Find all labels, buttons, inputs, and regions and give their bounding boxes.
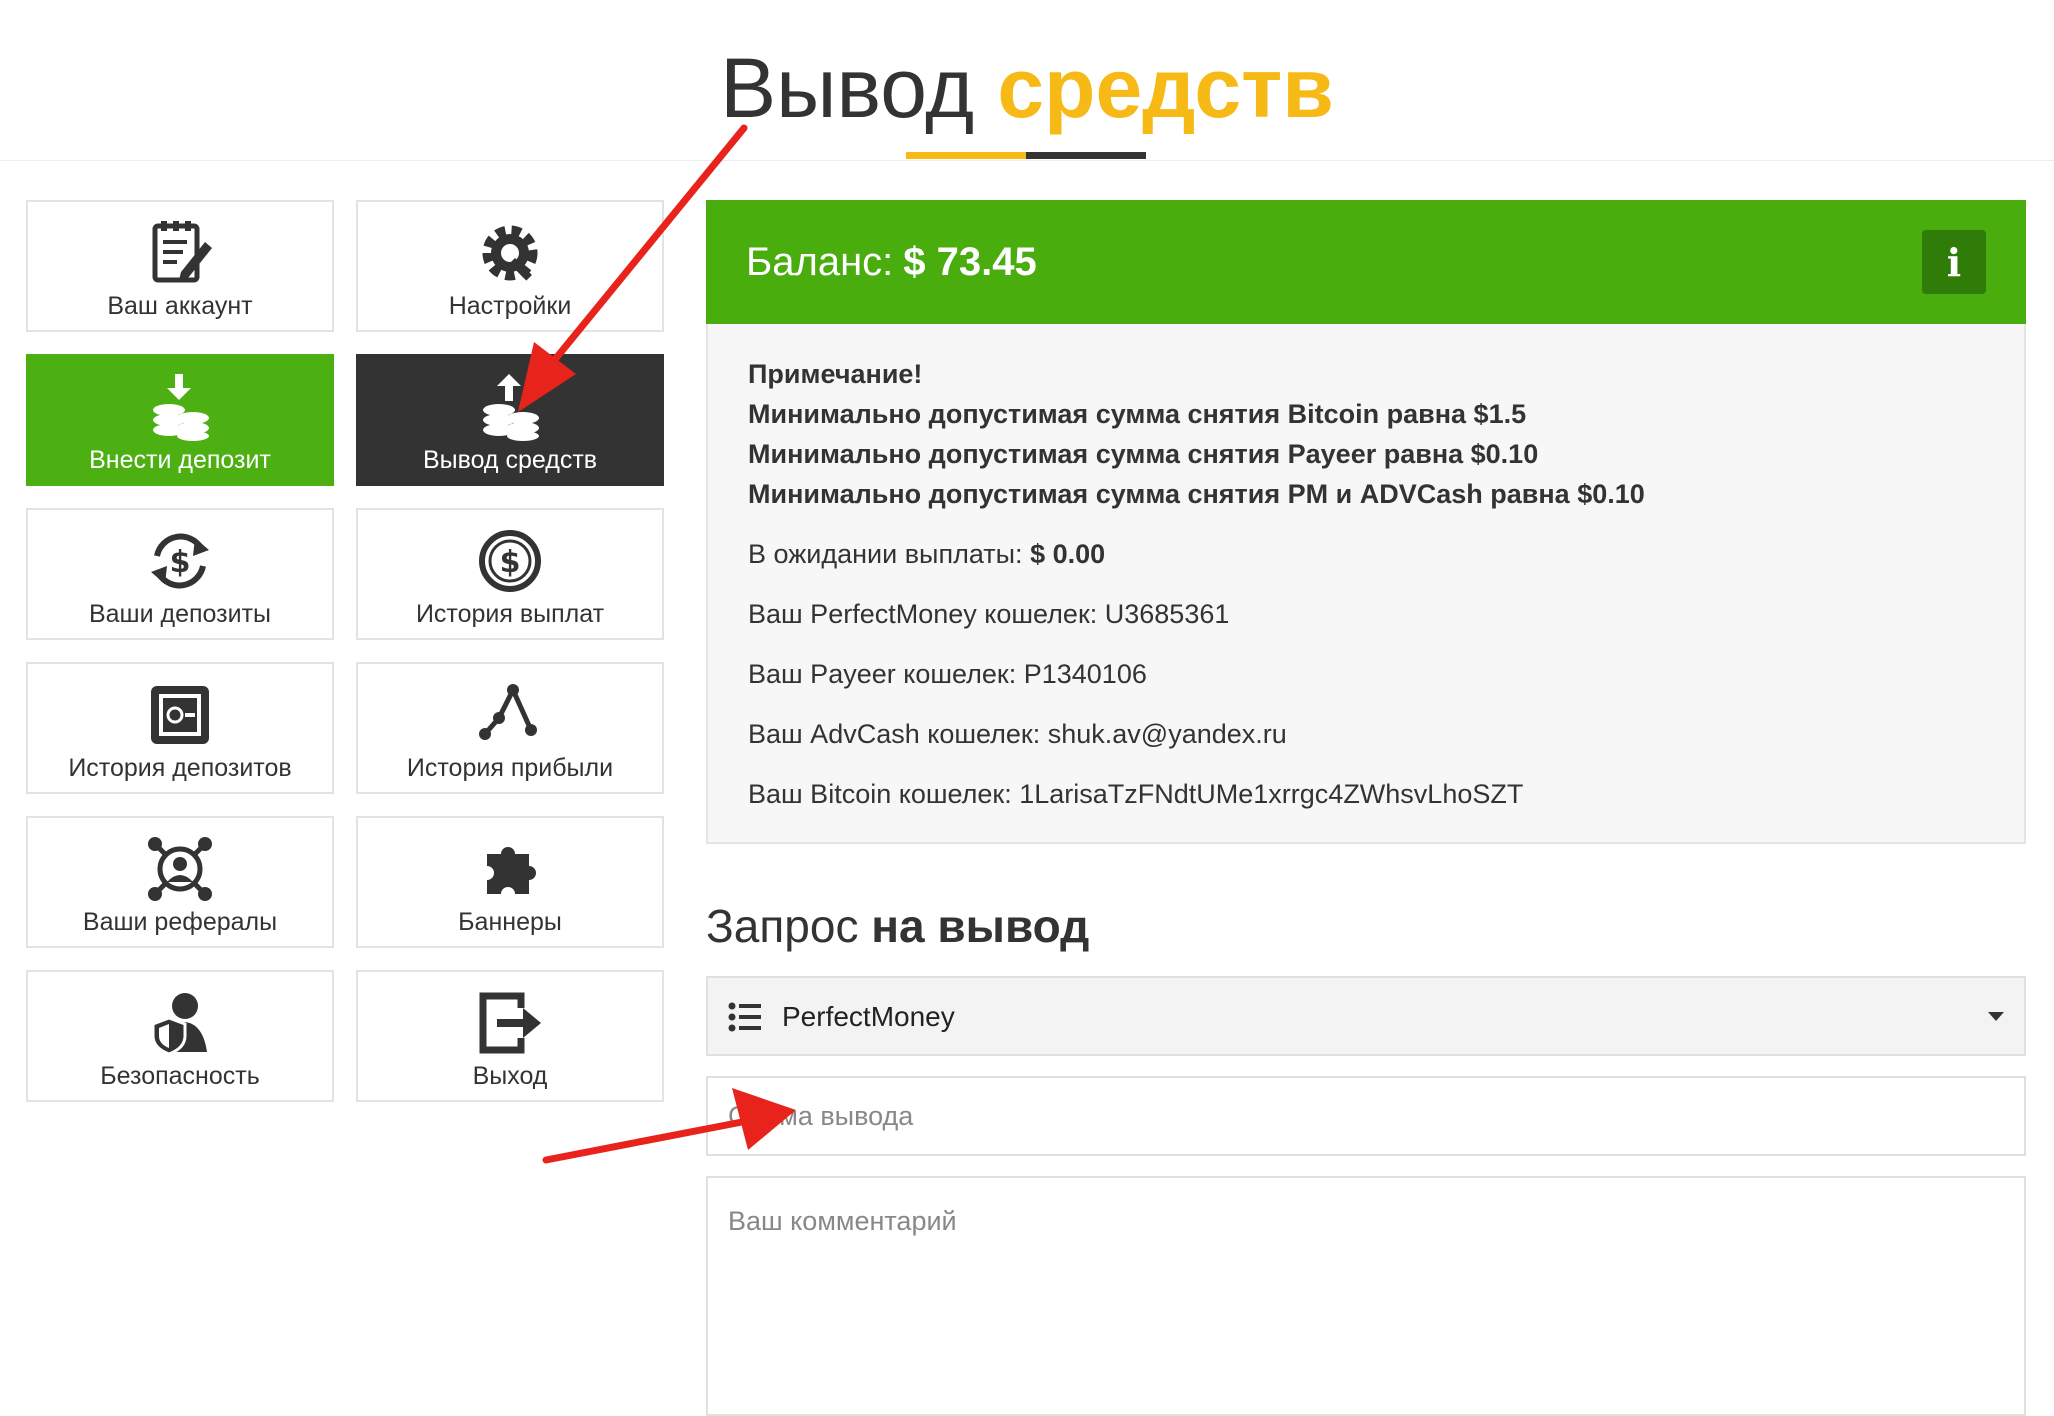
payment-system-select[interactable]: PerfectMoney [706, 976, 2026, 1056]
security-user-shield-icon [28, 988, 332, 1058]
page-title: Вывод средств [0, 38, 2054, 138]
dollar-circle-icon: $ [358, 526, 662, 596]
balance-amount: $ 73.45 [903, 240, 1037, 284]
menu-item-label: История депозитов [68, 754, 292, 782]
logout-icon [358, 988, 662, 1058]
balance-label: Баланс: [746, 240, 894, 284]
menu-item-settings[interactable]: Настройки [356, 200, 664, 332]
menu-item-referrals[interactable]: Ваши рефералы [26, 816, 334, 948]
comment-textarea[interactable] [706, 1176, 2026, 1416]
menu-item-label: Вывод средств [422, 446, 598, 474]
menu-item-label: Ваши депозиты [88, 600, 272, 628]
wallet-payeer: Ваш Payeer кошелек: P1340106 [748, 659, 1147, 689]
note-line: Минимально допустимая сумма снятия Payee… [748, 439, 1539, 469]
menu-item-security[interactable]: Безопасность [26, 970, 334, 1102]
puzzle-icon [358, 834, 662, 904]
menu-item-label: Безопасность [100, 1062, 260, 1090]
menu-item-deposit-history[interactable]: История депозитов [26, 662, 334, 794]
menu-item-payout-history[interactable]: $ История выплат [356, 508, 664, 640]
dollar-refresh-icon: $ [28, 526, 332, 596]
page-header: Вывод средств [0, 0, 2054, 161]
menu-item-label: Ваши рефералы [82, 908, 278, 936]
title-underline-yellow [906, 152, 1026, 159]
chevron-down-icon [1988, 1012, 2004, 1021]
svg-text:$: $ [170, 545, 191, 580]
title-underline [906, 152, 1146, 159]
menu-item-profit-history[interactable]: История прибыли [356, 662, 664, 794]
notes-heading: Примечание! [748, 359, 923, 389]
note-line: Минимально допустимая сумма снятия Bitco… [748, 399, 1527, 429]
wallet-perfectmoney: Ваш PerfectMoney кошелек: U3685361 [748, 599, 1230, 629]
referrals-network-icon [28, 834, 332, 904]
list-icon [728, 1002, 762, 1037]
section-title-light: Запрос [706, 900, 859, 952]
menu-item-banners[interactable]: Баннеры [356, 816, 664, 948]
info-icon: i [1946, 239, 1962, 285]
menu-item-account[interactable]: Ваш аккаунт [26, 200, 334, 332]
menu-item-label: История прибыли [406, 754, 614, 782]
profit-graph-icon [358, 680, 662, 750]
menu-item-label: Баннеры [458, 908, 562, 936]
menu-item-your-deposits[interactable]: $ Ваши депозиты [26, 508, 334, 640]
account-edit-icon [28, 218, 332, 288]
menu-item-label: Ваш аккаунт [107, 292, 253, 320]
menu-item-label: Настройки [448, 292, 572, 320]
menu-item-logout[interactable]: Выход [356, 970, 664, 1102]
safe-icon [28, 680, 332, 750]
menu-item-label: Внести депозит [89, 446, 271, 474]
menu-item-deposit[interactable]: Внести депозит [26, 354, 334, 486]
title-underline-dark [1026, 152, 1146, 159]
wallet-advcash: Ваш AdvCash кошелек: shuk.av@yandex.ru [748, 719, 1287, 749]
wallet-bitcoin: Ваш Bitcoin кошелек: 1LarisaTzFNdtUMe1xr… [748, 779, 1524, 809]
pending-value: $ 0.00 [1030, 539, 1106, 569]
balance-text: Баланс: $ 73.45 [746, 234, 1037, 290]
balance-bar: Баланс: $ 73.45 i [706, 200, 2026, 324]
withdraw-request-title: Запрос на вывод [706, 896, 1089, 956]
pending-payout: В ожидании выплаты: $ 0.00 [748, 534, 1105, 574]
info-button[interactable]: i [1922, 230, 1986, 294]
page-title-part1: Вывод [720, 41, 975, 135]
note-line: Минимально допустимая сумма снятия PM и … [748, 479, 1645, 509]
menu-item-label: Выход [472, 1062, 548, 1090]
section-title-bold: на вывод [871, 900, 1090, 952]
withdraw-amount-input[interactable] [706, 1076, 2026, 1156]
settings-gear-icon [358, 218, 662, 288]
deposit-coins-icon [28, 372, 332, 442]
payment-system-value: PerfectMoney [782, 1001, 955, 1032]
svg-text:$: $ [500, 545, 521, 580]
page-title-part2: средств [997, 41, 1334, 135]
withdrawal-info-panel: Примечание! Минимально допустимая сумма … [706, 324, 2026, 844]
pending-label: В ожидании выплаты: [748, 539, 1023, 569]
withdraw-coins-icon [358, 372, 662, 442]
menu-item-label: История выплат [415, 600, 605, 628]
menu-item-withdraw[interactable]: Вывод средств [356, 354, 664, 486]
